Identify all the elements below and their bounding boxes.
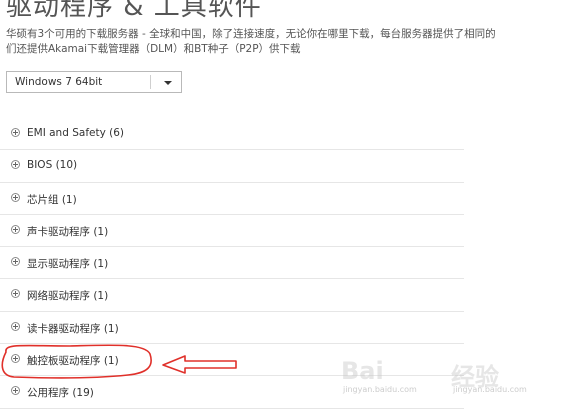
driver-category-list: EMI and Safety (6) BIOS (10) 芯片组 (1) 声卡驱… xyxy=(0,118,464,409)
category-item-chipset[interactable]: 芯片组 (1) xyxy=(0,183,464,215)
category-label: 公用程序 (19) xyxy=(27,387,94,400)
watermark-url-right: jingyan.baidu.com xyxy=(453,385,527,394)
category-item-emi[interactable]: EMI and Safety (6) xyxy=(0,118,464,151)
expand-plus-icon[interactable] xyxy=(11,192,20,202)
os-select-dropdown[interactable]: Windows 7 64bit xyxy=(6,71,182,93)
expand-plus-icon[interactable] xyxy=(11,354,20,364)
category-label: EMI and Safety (6) xyxy=(27,127,125,139)
category-label: 读卡器驱动程序 (1) xyxy=(27,322,119,335)
caret-down-icon[interactable] xyxy=(164,81,172,85)
intro-text: 华硕有3个可用的下载服务器 - 全球和中国，除了连接速度，无论你在哪里下载，每台… xyxy=(6,27,566,57)
category-item-touchpad[interactable]: 触控板驱动程序 (1) xyxy=(0,344,464,377)
expand-plus-icon[interactable] xyxy=(11,386,20,396)
intro-line-1: 华硕有3个可用的下载服务器 - 全球和中国，除了连接速度，无论你在哪里下载，每台… xyxy=(6,28,496,40)
expand-plus-icon[interactable] xyxy=(11,128,20,137)
page-title: 驱动程序 & 工具软件 xyxy=(6,0,262,22)
category-item-utilities[interactable]: 公用程序 (19) xyxy=(0,376,464,409)
category-item-audio[interactable]: 声卡驱动程序 (1) xyxy=(0,215,464,248)
category-label: 芯片组 (1) xyxy=(27,193,77,206)
expand-plus-icon[interactable] xyxy=(11,160,20,170)
category-label: 触控板驱动程序 (1) xyxy=(27,355,119,368)
dropdown-separator xyxy=(150,75,151,89)
expand-plus-icon[interactable] xyxy=(11,257,20,267)
category-item-display[interactable]: 显示驱动程序 (1) xyxy=(0,247,464,280)
category-item-network[interactable]: 网络驱动程序 (1) xyxy=(0,279,464,312)
category-item-bios[interactable]: BIOS (10) xyxy=(0,150,464,183)
category-label: 网络驱动程序 (1) xyxy=(27,290,109,303)
category-label: BIOS (10) xyxy=(27,159,78,172)
os-select-value: Windows 7 64bit xyxy=(15,76,103,88)
category-label: 显示驱动程序 (1) xyxy=(27,258,109,271)
expand-plus-icon[interactable] xyxy=(11,224,20,234)
expand-plus-icon[interactable] xyxy=(11,321,20,331)
category-label: 声卡驱动程序 (1) xyxy=(27,225,109,238)
expand-plus-icon[interactable] xyxy=(11,289,20,299)
category-item-card-reader[interactable]: 读卡器驱动程序 (1) xyxy=(0,312,464,345)
intro-line-2: 们还提供Akamai下载管理器（DLM）和BT种子（P2P）供下载 xyxy=(6,43,301,55)
